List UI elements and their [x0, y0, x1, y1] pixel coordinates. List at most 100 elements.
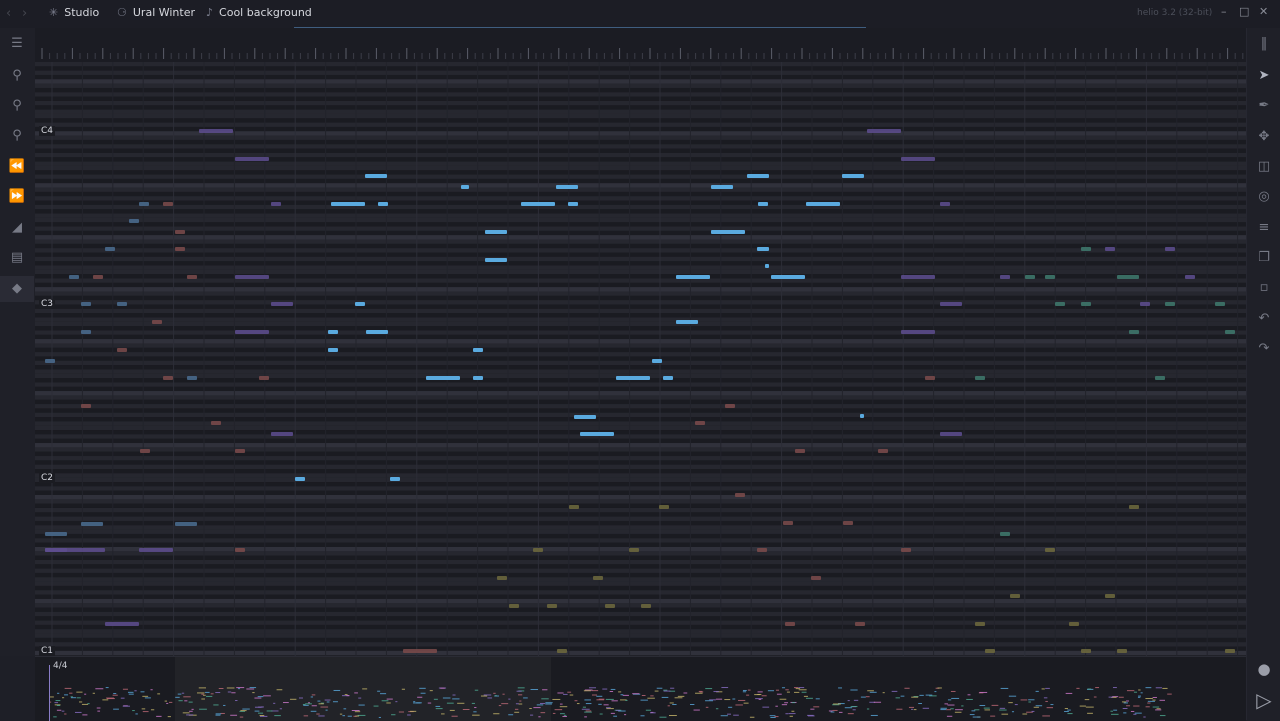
minimap-note [230, 714, 238, 716]
tag-icon[interactable]: ◆ [0, 276, 34, 302]
record-icon[interactable]: ● [1247, 660, 1280, 678]
zoom-icon[interactable]: ⚲ [0, 68, 34, 83]
minimize-icon[interactable]: – [1221, 5, 1227, 18]
paint-roller-icon[interactable]: ▤ [0, 250, 34, 265]
minimap-note [798, 689, 807, 691]
note [676, 275, 710, 279]
forward-arrow-icon[interactable]: › [22, 6, 27, 21]
project-minimap[interactable]: 4/4 [35, 656, 1246, 721]
octave-row [35, 495, 1246, 500]
key-row [35, 533, 1246, 539]
target-icon[interactable]: ◎ [1247, 189, 1280, 204]
pen-icon[interactable]: ✒ [1247, 98, 1280, 113]
timeline-ruler[interactable] [35, 28, 1251, 63]
minimap-note [795, 688, 801, 690]
minimap-note [1126, 690, 1135, 692]
minimap-note [1035, 690, 1039, 692]
minimap-note [559, 703, 563, 705]
note [461, 185, 469, 189]
minimap-note [122, 705, 130, 707]
cursor-icon[interactable]: ➤ [1247, 68, 1280, 83]
copy-icon[interactable]: ❐ [1247, 250, 1280, 265]
key-row [35, 209, 1246, 214]
note [940, 202, 950, 206]
key-row [35, 122, 1246, 127]
minimap-note [1043, 697, 1048, 699]
paste-icon[interactable]: ▫ [1247, 280, 1280, 295]
rewind-icon[interactable]: ⏪ [0, 159, 34, 174]
minimap-note [705, 688, 713, 690]
minimap-note [793, 687, 799, 689]
minimap-note [991, 704, 999, 706]
back-arrow-icon[interactable]: ‹ [6, 6, 11, 21]
title-bar: ‹ › ✳ Studio ⚆ Ural Winter ♪ Cool backgr… [0, 0, 1280, 28]
zoom-in-icon[interactable]: ⚲ [0, 98, 34, 113]
key-row [35, 564, 1246, 569]
piano-roll[interactable]: C4 C3 C2 C1 [35, 62, 1246, 656]
minimap-note [1067, 713, 1073, 715]
minimap-note [258, 706, 263, 708]
minimap-note [514, 711, 520, 713]
minimap-note [96, 707, 101, 709]
minimap-note [69, 692, 73, 694]
zoom-out-icon[interactable]: ⚲ [0, 128, 34, 143]
minimap-note [967, 694, 971, 696]
minimap-note [1110, 710, 1113, 712]
breadcrumb-track[interactable]: ♪ Cool background [206, 6, 312, 19]
note [473, 348, 483, 352]
minimap-note [850, 706, 858, 708]
minimap-note [919, 694, 924, 696]
note [328, 348, 338, 352]
minimap-note [999, 707, 1006, 709]
minimap-note [1133, 691, 1138, 693]
minimap-note [693, 709, 700, 711]
key-row [35, 633, 1246, 638]
minimap-note [317, 700, 321, 702]
breadcrumb-studio[interactable]: ✳ Studio [49, 6, 99, 19]
breadcrumb-label: Studio [64, 6, 100, 19]
panel-toggle-icon[interactable]: ‖ [1247, 36, 1280, 51]
minimap-note [346, 695, 350, 697]
minimap-note [1087, 712, 1093, 714]
split-icon[interactable]: ◫ [1247, 159, 1280, 174]
fast-forward-icon[interactable]: ⏩ [0, 189, 34, 204]
breadcrumb-project[interactable]: ⚆ Ural Winter [117, 6, 195, 19]
key-row [35, 555, 1246, 560]
note [547, 604, 557, 608]
maximize-icon[interactable]: □ [1239, 5, 1249, 18]
redo-icon[interactable]: ↷ [1247, 341, 1280, 356]
note [378, 202, 388, 206]
key-row [35, 430, 1246, 435]
undo-icon[interactable]: ↶ [1247, 311, 1280, 326]
minimap-note [789, 715, 793, 717]
minimap-note [74, 711, 82, 713]
arpeggio-icon[interactable]: ≡ [1247, 220, 1280, 235]
key-row [35, 174, 1246, 179]
ramp-icon[interactable]: ◢ [0, 220, 34, 235]
playhead[interactable] [49, 665, 50, 721]
minimap-note [480, 695, 488, 697]
minimap-note [519, 700, 522, 702]
note [259, 376, 269, 380]
move-icon[interactable]: ✥ [1247, 129, 1280, 144]
play-icon[interactable]: ▷ [1247, 688, 1280, 712]
minimap-note [106, 697, 114, 699]
note [140, 449, 150, 453]
note [485, 230, 507, 234]
key-row [35, 274, 1246, 279]
note [139, 202, 149, 206]
key-row [35, 603, 1246, 608]
key-row [35, 313, 1246, 318]
minimap-note [640, 699, 648, 701]
minimap-note [663, 690, 671, 692]
minimap-note [355, 715, 360, 717]
minimap-note [227, 691, 232, 693]
minimap-note [733, 714, 739, 716]
hamburger-icon[interactable]: ☰ [0, 36, 34, 51]
close-icon[interactable]: ✕ [1259, 5, 1268, 18]
minimap-note [64, 694, 69, 696]
note [878, 449, 888, 453]
minimap-note [1167, 693, 1172, 695]
minimap-note [177, 693, 182, 695]
minimap-note [913, 709, 917, 711]
